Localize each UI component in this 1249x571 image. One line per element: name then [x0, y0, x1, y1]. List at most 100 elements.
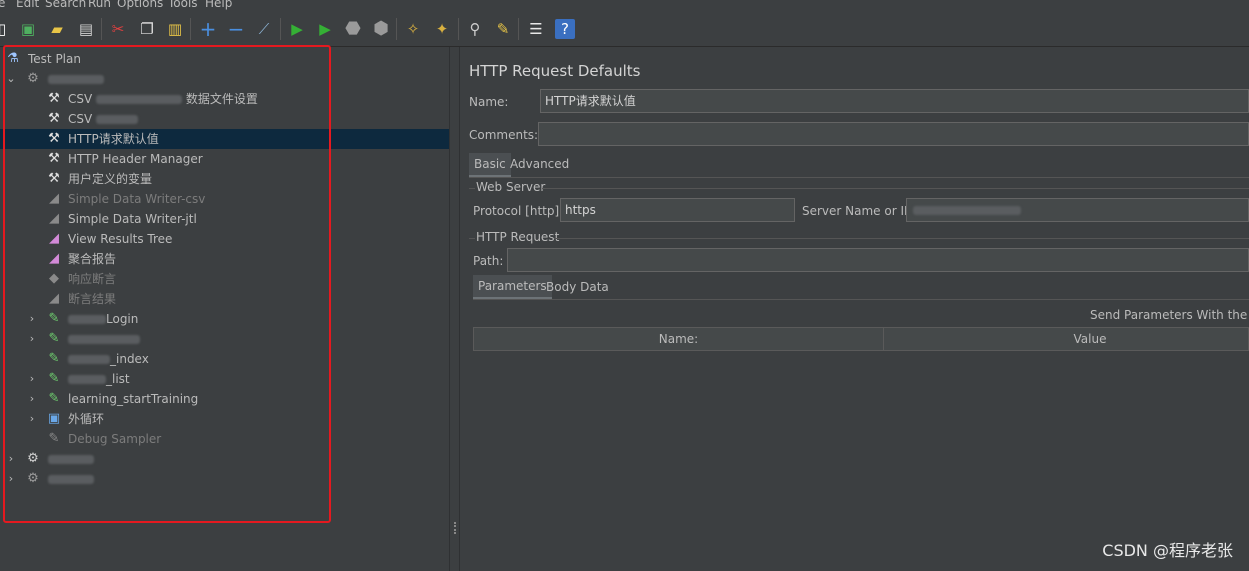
clear-icon[interactable]: ✧ [403, 19, 423, 39]
menu-help[interactable]: Help [205, 0, 232, 10]
tree-item[interactable]: ⚒ 用户定义的变量 [0, 169, 449, 189]
http-request-defaults-panel: HTTP Request Defaults Name: HTTP请求默认值 Co… [460, 47, 1249, 571]
templates-icon[interactable]: ▣ [18, 19, 38, 39]
server-name-label: Server Name or IP: [802, 204, 916, 218]
tab-parameters[interactable]: Parameters [473, 275, 552, 299]
clear-all-icon[interactable]: ✦ [432, 19, 452, 39]
http-request-label: HTTP Request [476, 230, 560, 244]
menu-tools[interactable]: Tools [168, 0, 198, 10]
start-icon[interactable]: ▶ [287, 19, 307, 39]
collapse-arrow-icon[interactable]: ⌄ [6, 69, 16, 89]
menu-options[interactable]: Options [117, 0, 163, 10]
tree-item[interactable]: › ✎ Login [0, 309, 449, 329]
thread-group-icon: ⚙ [27, 471, 39, 486]
tree-item[interactable]: ◢ Simple Data Writer-jtl [0, 209, 449, 229]
tree-item[interactable]: ◢ 断言结果 [0, 289, 449, 309]
tree-item[interactable]: ✎ _index [0, 349, 449, 369]
name-label: Name: [469, 95, 509, 109]
name-field[interactable]: HTTP请求默认值 [540, 89, 1249, 113]
path-field[interactable] [507, 248, 1249, 272]
thread-group-icon: ⚙ [27, 71, 39, 86]
stop-icon[interactable]: ⬣ [343, 19, 363, 39]
sampler-icon: ✎ [48, 431, 60, 446]
expand-arrow-icon[interactable]: › [27, 369, 37, 389]
tree-item[interactable]: ◢ View Results Tree [0, 229, 449, 249]
tree-item[interactable]: › ✎ [0, 329, 449, 349]
listener-icon: ◢ [49, 191, 59, 206]
shutdown-icon[interactable]: ⬢ [371, 19, 391, 39]
sampler-icon: ✎ [48, 331, 60, 346]
tree-item[interactable]: › ▣ 外循环 [0, 409, 449, 429]
sampler-icon: ✎ [48, 311, 60, 326]
comments-label: Comments: [469, 128, 539, 142]
server-name-field[interactable] [906, 198, 1249, 222]
tree-item[interactable]: ⚒ HTTP Header Manager [0, 149, 449, 169]
web-server-label: Web Server [476, 180, 546, 194]
watermark: CSDN @程序老张 [1102, 541, 1233, 560]
menu-bar: e Edit Search Run Options Tools Help [0, 0, 1249, 12]
start-no-pause-icon[interactable]: ▶ [315, 19, 335, 39]
expand-arrow-icon[interactable]: › [27, 409, 37, 429]
config-element-icon: ⚒ [48, 131, 60, 146]
parameters-table-header: Name: Value [473, 327, 1249, 351]
expand-arrow-icon[interactable]: › [27, 389, 37, 409]
expand-arrow-icon[interactable]: › [6, 449, 16, 469]
expand-arrow-icon[interactable]: › [27, 329, 37, 349]
tree-thread-group-1[interactable]: ⌄ ⚙ [0, 69, 449, 89]
protocol-label: Protocol [http]: [473, 204, 564, 218]
tree-item[interactable]: ◢ Simple Data Writer-csv [0, 189, 449, 209]
sampler-icon: ✎ [48, 351, 60, 366]
toolbar: ▯ ▣ ▰ ▤ ✂ ❐ ▥ + − ⟋ ▶ ▶ ⬣ ⬢ ✧ ✦ ⚲ ✎ ☰ ? [0, 12, 1249, 47]
tree-thread-group-2[interactable]: › ⚙ [0, 449, 449, 469]
divider [469, 177, 1249, 178]
tree-item[interactable]: ⚒ CSV 数据文件设置 [0, 89, 449, 109]
menu-search[interactable]: Search [45, 0, 86, 10]
config-element-icon: ⚒ [48, 111, 60, 126]
reset-search-icon[interactable]: ✎ [493, 19, 513, 39]
split-pane-divider[interactable] [449, 47, 460, 571]
tab-advanced[interactable]: Advanced [505, 153, 574, 175]
tree-item[interactable]: ◢ 聚合报告 [0, 249, 449, 269]
tree-item[interactable]: ◆ 响应断言 [0, 269, 449, 289]
copy-icon[interactable]: ❐ [137, 19, 157, 39]
expand-arrow-icon[interactable]: › [27, 309, 37, 329]
drag-handle-icon[interactable] [454, 522, 458, 534]
column-header-value[interactable]: Value [884, 328, 1249, 350]
config-element-icon: ⚒ [48, 171, 60, 186]
send-parameters-label: Send Parameters With the Requ [1090, 308, 1249, 322]
listener-icon: ◢ [49, 231, 59, 246]
sampler-icon: ✎ [48, 371, 60, 386]
new-icon[interactable]: ▯ [0, 19, 12, 39]
expand-arrow-icon[interactable]: › [6, 469, 16, 489]
expand-icon[interactable]: + [198, 19, 218, 39]
listener-icon: ◢ [49, 251, 59, 266]
help-icon[interactable]: ? [555, 19, 575, 39]
tree-thread-group-3[interactable]: › ⚙ [0, 469, 449, 489]
open-icon[interactable]: ▰ [47, 19, 67, 39]
collapse-icon[interactable]: − [226, 19, 246, 39]
tree-item[interactable]: ✎ Debug Sampler [0, 429, 449, 449]
tree-item[interactable]: › ✎ _list [0, 369, 449, 389]
menu-run[interactable]: Run [88, 0, 111, 10]
menu-file[interactable]: e [0, 0, 5, 10]
column-header-name[interactable]: Name: [474, 328, 883, 350]
protocol-field[interactable]: https [560, 198, 795, 222]
paste-icon[interactable]: ▥ [165, 19, 185, 39]
save-icon[interactable]: ▤ [76, 19, 96, 39]
function-helper-icon[interactable]: ☰ [526, 19, 546, 39]
tree-item[interactable]: ⚒ CSV [0, 109, 449, 129]
search-icon[interactable]: ⚲ [465, 19, 485, 39]
thread-group-icon: ⚙ [27, 451, 39, 466]
cut-icon[interactable]: ✂ [108, 19, 128, 39]
tree-root[interactable]: ⚗ Test Plan [0, 49, 449, 69]
tab-body-data[interactable]: Body Data [541, 276, 614, 298]
comments-field[interactable] [538, 122, 1249, 146]
listener-icon: ◢ [49, 291, 59, 306]
loop-controller-icon: ▣ [47, 411, 61, 426]
toggle-icon[interactable]: ⟋ [254, 19, 274, 39]
assertion-icon: ◆ [49, 271, 59, 286]
tree-item[interactable]: › ✎ learning_startTraining [0, 389, 449, 409]
test-plan-icon: ⚗ [7, 51, 19, 66]
tree-item-selected[interactable]: ⚒ HTTP请求默认值 [0, 129, 449, 149]
menu-edit[interactable]: Edit [16, 0, 39, 10]
